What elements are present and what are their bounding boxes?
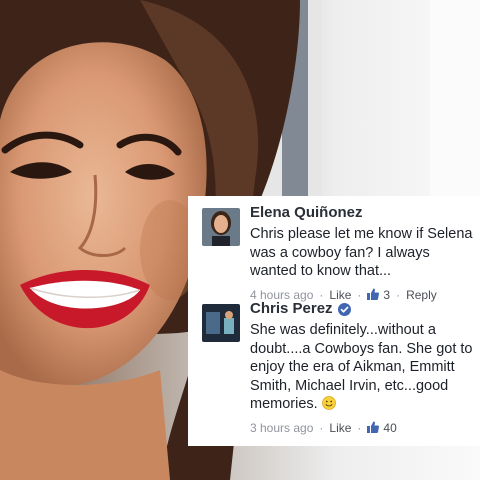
comments-panel: Elena Quiñonez Chris please let me know … [188,196,480,446]
smiley-emoji-icon [321,396,336,410]
comment-author[interactable]: Elena Quiñonez [250,204,476,222]
comment-timestamp[interactable]: 3 hours ago [250,421,313,435]
verified-badge-icon [337,302,351,316]
comment-text: Chris please let me know if Selena was a… [250,226,473,280]
avatar[interactable] [202,208,240,246]
comment-author-name[interactable]: Chris Perez [250,300,333,317]
thumbs-up-icon [367,421,380,433]
like-count[interactable]: 40 [383,421,396,435]
comment-meta: 3 hours ago · Like · 40 [250,421,476,435]
separator-dot: · [357,420,362,435]
avatar[interactable] [202,304,240,342]
separator-dot: · [319,420,324,435]
comment-author[interactable]: Chris Perez [250,300,476,318]
comment-author-name[interactable]: Elena Quiñonez [250,204,363,221]
like-button[interactable]: Like [329,421,351,435]
comment-text: She was definitely...without a doubt....… [250,321,476,414]
comment-text-content: She was definitely...without a doubt....… [250,322,473,413]
thumbs-up-icon [367,288,380,300]
